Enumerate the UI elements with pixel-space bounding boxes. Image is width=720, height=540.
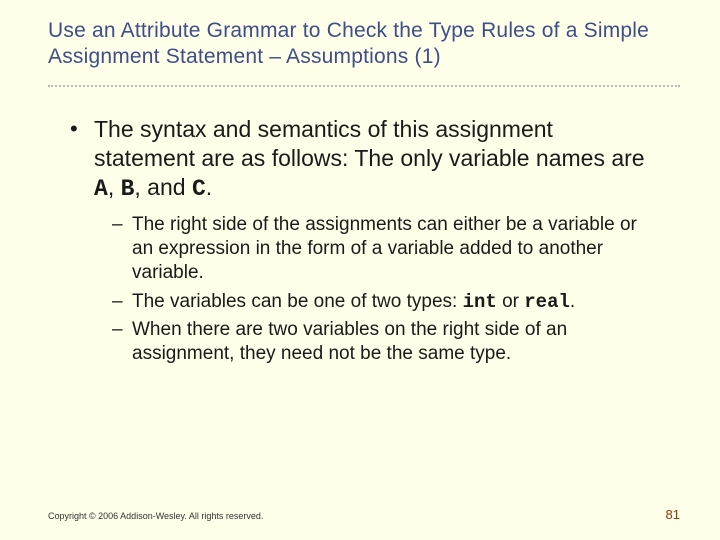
sub-text: . bbox=[570, 291, 575, 312]
bullet-text: , bbox=[108, 174, 121, 200]
list-item: The right side of the assignments can ei… bbox=[112, 213, 660, 286]
bullet-text: . bbox=[206, 174, 212, 200]
sub-text: When there are two variables on the righ… bbox=[132, 319, 567, 364]
sub-bullet-list: The right side of the assignments can ei… bbox=[94, 213, 660, 367]
sub-text: or bbox=[497, 291, 524, 312]
footer: Copyright © 2006 Addison-Wesley. All rig… bbox=[48, 507, 680, 522]
code-var-a: A bbox=[94, 176, 108, 202]
slide-title: Use an Attribute Grammar to Check the Ty… bbox=[48, 18, 680, 71]
sub-text: The right side of the assignments can ei… bbox=[132, 214, 637, 284]
divider bbox=[48, 85, 680, 87]
content-area: The syntax and semantics of this assignm… bbox=[48, 115, 680, 367]
list-item: The syntax and semantics of this assignm… bbox=[72, 115, 660, 367]
bullet-text: The syntax and semantics of this assignm… bbox=[94, 116, 645, 171]
sub-text: The variables can be one of two types: bbox=[132, 291, 463, 312]
code-real: real bbox=[524, 291, 570, 313]
slide: Use an Attribute Grammar to Check the Ty… bbox=[0, 0, 720, 540]
bullet-list: The syntax and semantics of this assignm… bbox=[72, 115, 660, 367]
page-number: 81 bbox=[666, 507, 680, 522]
code-int: int bbox=[463, 291, 497, 313]
copyright-text: Copyright © 2006 Addison-Wesley. All rig… bbox=[48, 511, 263, 521]
bullet-text: , and bbox=[134, 174, 192, 200]
code-var-c: C bbox=[192, 176, 206, 202]
code-var-b: B bbox=[121, 176, 135, 202]
list-item: The variables can be one of two types: i… bbox=[112, 290, 660, 314]
list-item: When there are two variables on the righ… bbox=[112, 318, 660, 367]
